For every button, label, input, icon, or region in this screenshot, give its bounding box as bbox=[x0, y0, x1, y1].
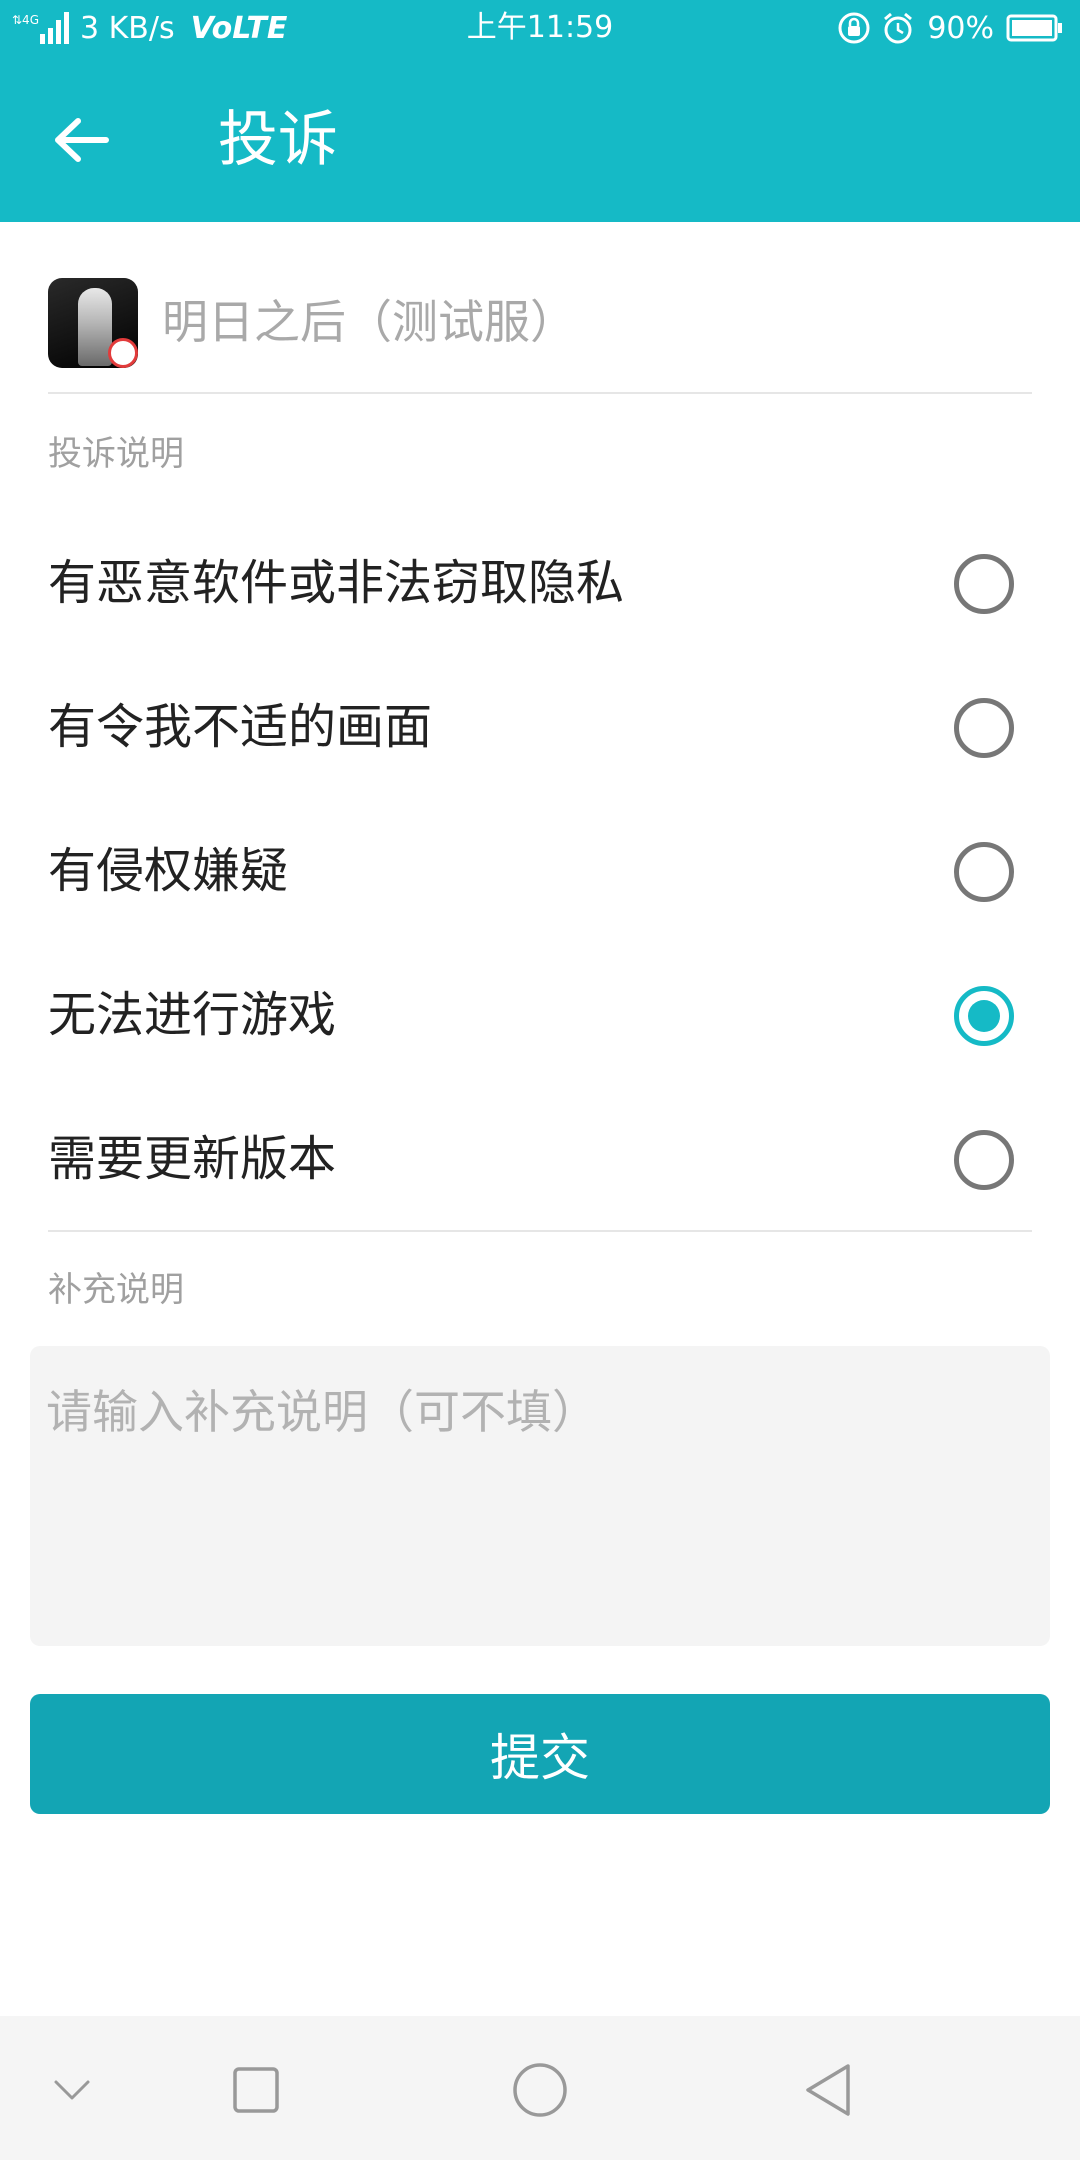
option-label: 有令我不适的画面 bbox=[48, 699, 433, 755]
extra-section-label: 补充说明 bbox=[48, 1270, 184, 1310]
arrow-left-icon bbox=[55, 118, 109, 162]
radio-button[interactable] bbox=[954, 842, 1014, 902]
home-button[interactable] bbox=[492, 2042, 588, 2138]
status-right: 90% bbox=[827, 8, 1064, 48]
status-bar: ⇅4G 3 KB/s VoLTE 上午11:59 90% bbox=[0, 0, 1080, 56]
radio-button[interactable] bbox=[954, 698, 1014, 758]
home-icon bbox=[513, 2063, 567, 2117]
page-title: 投诉 bbox=[218, 105, 338, 175]
complaint-option-uncomfortable-content[interactable]: 有令我不适的画面 bbox=[48, 656, 1032, 800]
hide-keyboard-icon bbox=[54, 2080, 90, 2100]
hide-keyboard-button[interactable] bbox=[24, 2042, 120, 2138]
navigation-bar bbox=[0, 2016, 1080, 2160]
radio-button[interactable] bbox=[954, 1130, 1014, 1190]
recent-apps-icon bbox=[233, 2067, 279, 2113]
submit-button[interactable]: 提交 bbox=[30, 1694, 1050, 1814]
complaint-option-cannot-play[interactable]: 无法进行游戏 bbox=[48, 944, 1032, 1088]
battery-icon bbox=[1006, 14, 1062, 42]
complaint-option-infringement[interactable]: 有侵权嫌疑 bbox=[48, 800, 1032, 944]
game-row: 明日之后（测试服） bbox=[48, 278, 1032, 394]
back-button[interactable] bbox=[42, 100, 122, 180]
game-icon-figure bbox=[78, 288, 112, 366]
nav-back-button[interactable] bbox=[780, 2042, 876, 2138]
divider bbox=[48, 1230, 1032, 1232]
back-icon bbox=[806, 2064, 850, 2116]
game-name: 明日之后（测试服） bbox=[162, 295, 576, 349]
alarm-icon bbox=[884, 12, 913, 44]
battery-percent: 90% bbox=[927, 10, 994, 46]
extra-description-input[interactable] bbox=[30, 1346, 1050, 1646]
radio-button[interactable] bbox=[954, 554, 1014, 614]
complaint-option-malware[interactable]: 有恶意软件或非法窃取隐私 bbox=[48, 512, 1032, 656]
recent-apps-button[interactable] bbox=[208, 2042, 304, 2138]
option-label: 无法进行游戏 bbox=[48, 987, 337, 1043]
app-bar: 投诉 bbox=[0, 56, 1080, 222]
option-label: 需要更新版本 bbox=[48, 1131, 337, 1187]
complaint-section-label: 投诉说明 bbox=[48, 434, 184, 474]
radio-button-selected[interactable] bbox=[954, 986, 1014, 1046]
game-app-icon bbox=[48, 278, 138, 368]
lock-rotation-icon bbox=[838, 12, 870, 44]
game-icon-badge bbox=[108, 338, 138, 368]
option-label: 有恶意软件或非法窃取隐私 bbox=[48, 555, 625, 611]
complaint-option-needs-update[interactable]: 需要更新版本 bbox=[48, 1088, 1032, 1232]
option-label: 有侵权嫌疑 bbox=[48, 843, 289, 899]
